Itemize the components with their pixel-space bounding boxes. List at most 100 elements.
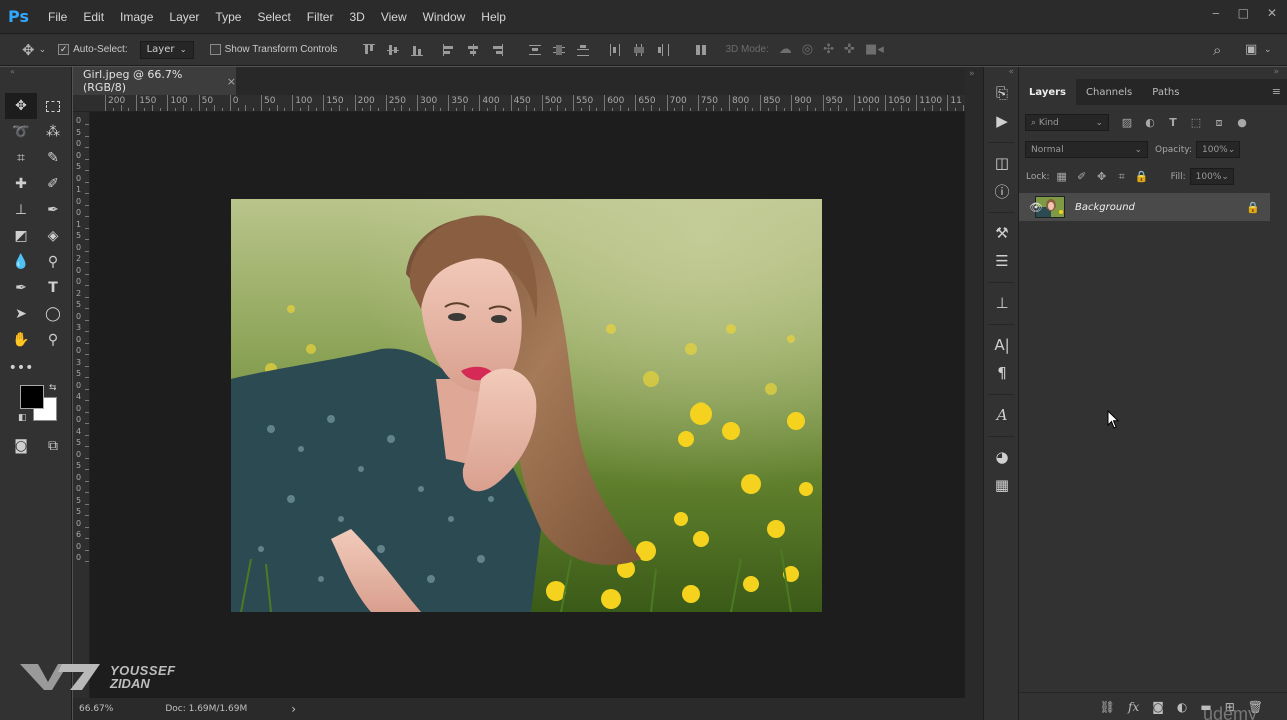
close-button[interactable]: ✕ bbox=[1267, 6, 1277, 20]
menu-window[interactable]: Window bbox=[415, 10, 474, 24]
menu-file[interactable]: File bbox=[40, 10, 75, 24]
document-image[interactable] bbox=[231, 199, 822, 612]
tab-channels[interactable]: Channels bbox=[1076, 79, 1142, 105]
align-bottom-edges-icon[interactable] bbox=[411, 44, 424, 56]
healing-brush-tool-icon[interactable]: ✚ bbox=[5, 171, 37, 197]
actions-panel-icon[interactable]: ▶ bbox=[984, 107, 1020, 135]
character-panel-icon[interactable]: A| bbox=[984, 331, 1020, 359]
clone-source-panel-icon[interactable]: ⊥ bbox=[984, 289, 1020, 317]
distribute-right-icon[interactable] bbox=[657, 43, 670, 56]
clone-stamp-tool-icon[interactable]: ⊥ bbox=[5, 197, 37, 223]
lock-icon[interactable]: 🔒 bbox=[1246, 201, 1260, 214]
adjustments-panel-icon[interactable]: ☰ bbox=[984, 247, 1020, 275]
link-layers-icon[interactable]: ⛓ bbox=[1100, 700, 1115, 714]
status-menu-arrow[interactable]: › bbox=[291, 702, 296, 716]
filter-kind-dropdown[interactable]: ⌕ Kind ⌄ bbox=[1025, 114, 1109, 131]
distribute-bottom-icon[interactable] bbox=[577, 44, 590, 56]
blend-mode-dropdown[interactable]: Normal ⌄ bbox=[1025, 141, 1148, 158]
default-colors-icon[interactable]: ◧ bbox=[18, 413, 27, 423]
show-transform-checkbox[interactable] bbox=[209, 44, 221, 55]
filter-adjustment-icon[interactable]: ◐ bbox=[1140, 116, 1160, 129]
align-horizontal-centers-icon[interactable] bbox=[467, 43, 479, 56]
align-right-edges-icon[interactable] bbox=[491, 43, 504, 56]
expand-arrows-icon[interactable]: » bbox=[965, 69, 983, 79]
menu-edit[interactable]: Edit bbox=[75, 10, 112, 24]
path-selection-tool-icon[interactable]: ➤ bbox=[5, 301, 37, 327]
3d-pan-icon[interactable]: ✣ bbox=[823, 42, 834, 57]
menu-image[interactable]: Image bbox=[112, 10, 161, 24]
hand-tool-icon[interactable]: ✋ bbox=[5, 327, 37, 353]
menu-filter[interactable]: Filter bbox=[299, 10, 342, 24]
foreground-color-swatch[interactable] bbox=[20, 385, 44, 409]
maximize-button[interactable]: □ bbox=[1238, 6, 1249, 20]
menu-view[interactable]: View bbox=[373, 10, 415, 24]
glyphs-panel-icon[interactable]: A bbox=[984, 401, 1020, 429]
menu-select[interactable]: Select bbox=[249, 10, 298, 24]
collapse-arrows-icon[interactable]: » bbox=[1273, 67, 1279, 77]
auto-select-target-dropdown[interactable]: Layer ⌄ bbox=[139, 40, 194, 59]
menu-type[interactable]: Type bbox=[207, 10, 249, 24]
lock-position-icon[interactable]: ✥ bbox=[1092, 170, 1112, 183]
align-top-edges-icon[interactable] bbox=[363, 43, 376, 56]
move-tool-icon[interactable]: ✥ bbox=[5, 93, 37, 119]
swap-colors-icon[interactable]: ⇆ bbox=[49, 383, 57, 393]
filter-shape-icon[interactable]: ⬚ bbox=[1186, 116, 1206, 129]
filter-type-icon[interactable]: T bbox=[1163, 116, 1183, 129]
type-tool-icon[interactable]: T bbox=[37, 275, 69, 301]
quick-mask-icon[interactable]: ◙ bbox=[5, 433, 37, 459]
lasso-tool-icon[interactable]: ➰ bbox=[5, 119, 37, 145]
3d-roll-icon[interactable]: ◎ bbox=[802, 42, 813, 57]
lock-transparent-icon[interactable]: ▦ bbox=[1052, 170, 1072, 183]
chevron-down-icon[interactable]: ⌄ bbox=[39, 45, 47, 55]
collapse-arrows-icon[interactable]: « bbox=[0, 67, 71, 77]
collapse-arrows-icon[interactable]: « bbox=[984, 67, 1018, 79]
brushes-panel-icon[interactable]: ⚒ bbox=[984, 219, 1020, 247]
tab-layers[interactable]: Layers bbox=[1019, 79, 1076, 105]
more-tools-icon[interactable]: ••• bbox=[5, 355, 37, 381]
menu-layer[interactable]: Layer bbox=[161, 10, 207, 24]
lock-all-icon[interactable]: 🔒 bbox=[1132, 170, 1152, 183]
minimize-button[interactable]: ‒ bbox=[1212, 6, 1220, 20]
ruler-horizontal[interactable]: 200 150 100 50 0 50 100 150 200 250 300 350 400 450 50… bbox=[73, 95, 965, 112]
tables-panel-icon[interactable]: ▦ bbox=[984, 471, 1020, 499]
menu-3d[interactable]: 3D bbox=[341, 10, 372, 24]
panel-menu-icon[interactable]: ≡ bbox=[1272, 85, 1281, 98]
filter-toggle-icon[interactable]: ● bbox=[1232, 116, 1252, 129]
crop-tool-icon[interactable]: ⌗ bbox=[5, 145, 37, 171]
marquee-tool-icon[interactable] bbox=[37, 93, 69, 119]
chevron-down-icon[interactable]: ⌄ bbox=[1264, 45, 1272, 55]
menu-help[interactable]: Help bbox=[473, 10, 514, 24]
distribute-top-icon[interactable] bbox=[529, 44, 542, 56]
ruler-vertical[interactable]: 0 5 0 0 5 0 1 0 0 1 5 0 2 0 0 2 5 0 3 0 0 3 5 0 4 0 0 4 5 0 5 0 0 5 5 0 6 0 0 bbox=[73, 112, 90, 698]
distribute-horizontal-centers-icon[interactable] bbox=[633, 43, 645, 56]
auto-align-layers-icon[interactable] bbox=[695, 44, 707, 56]
zoom-tool-icon[interactable]: ⚲ bbox=[37, 327, 69, 353]
3d-scale-icon[interactable]: ■◂ bbox=[865, 42, 884, 57]
align-vertical-centers-icon[interactable] bbox=[387, 44, 400, 56]
lock-artboard-icon[interactable]: ⌗ bbox=[1112, 170, 1132, 184]
distribute-vertical-centers-icon[interactable] bbox=[553, 44, 566, 56]
zoom-level[interactable]: 66.67% bbox=[79, 704, 113, 714]
document-tab[interactable]: Girl.jpeg @ 66.7% (RGB/8) × bbox=[73, 67, 236, 95]
opacity-input[interactable]: 100% ⌄ bbox=[1196, 141, 1240, 158]
paragraph-panel-icon[interactable]: ¶ bbox=[984, 359, 1020, 387]
layer-name[interactable]: Background bbox=[1075, 202, 1135, 213]
3d-slide-icon[interactable]: ✜ bbox=[844, 42, 855, 57]
eyedropper-tool-icon[interactable]: ✎ bbox=[37, 145, 69, 171]
dodge-tool-icon[interactable]: ⚲ bbox=[37, 249, 69, 275]
tab-close-icon[interactable]: × bbox=[227, 75, 236, 88]
eraser-tool-icon[interactable]: ◩ bbox=[5, 223, 37, 249]
3d-orbit-icon[interactable]: ☁ bbox=[779, 42, 792, 57]
fill-input[interactable]: 100% ⌄ bbox=[1189, 168, 1234, 185]
paint-bucket-tool-icon[interactable]: ◈ bbox=[37, 223, 69, 249]
add-mask-icon[interactable]: ◙ bbox=[1152, 700, 1164, 714]
workspace-icon[interactable]: ▣ bbox=[1245, 42, 1257, 57]
brush-tool-icon[interactable]: ✐ bbox=[37, 171, 69, 197]
history-panel-icon[interactable]: ⎘ bbox=[984, 79, 1020, 107]
search-icon[interactable]: ⌕ bbox=[1213, 41, 1221, 59]
eye-icon[interactable]: 👁 bbox=[1029, 201, 1043, 214]
distribute-left-icon[interactable] bbox=[609, 43, 621, 56]
ellipse-tool-icon[interactable]: ◯ bbox=[37, 301, 69, 327]
pen-tool-icon[interactable]: ✒ bbox=[5, 275, 37, 301]
lock-image-icon[interactable]: ✐ bbox=[1072, 170, 1092, 183]
